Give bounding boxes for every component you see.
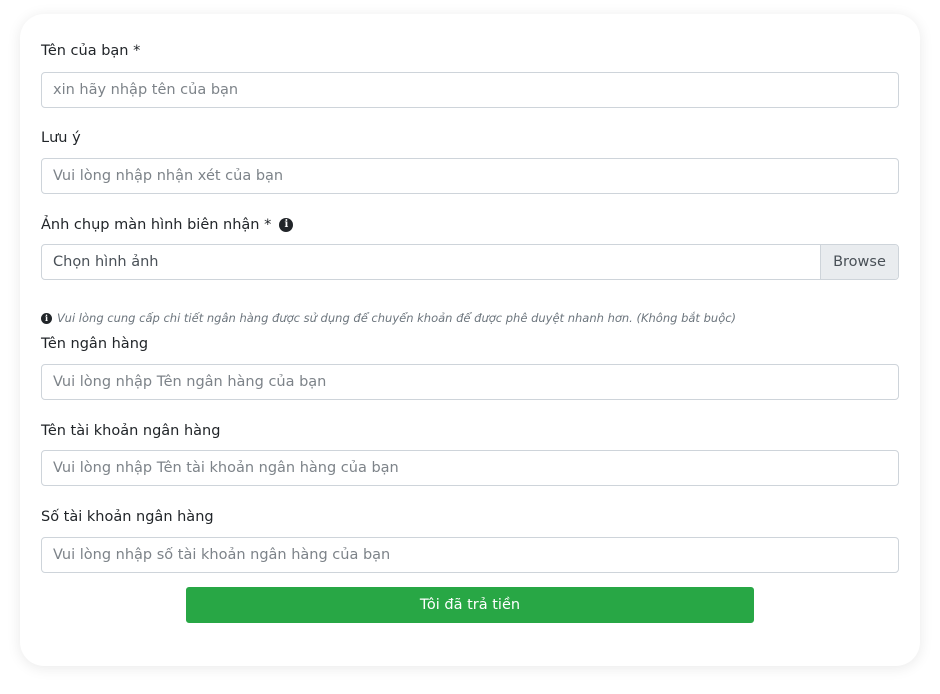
paid-submit-button[interactable]: Tôi đã trả tiền — [186, 587, 754, 623]
browse-button[interactable]: Browse — [820, 245, 898, 279]
name-label: Tên của bạn * — [41, 41, 140, 61]
receipt-label: Ảnh chụp màn hình biên nhận * i — [41, 215, 294, 235]
account-name-field-wrapper — [41, 450, 899, 486]
file-chooser-text[interactable]: Chọn hình ảnh — [42, 245, 820, 279]
account-number-input[interactable] — [42, 538, 898, 572]
info-circle-icon[interactable]: i — [279, 218, 294, 232]
name-input[interactable] — [42, 73, 898, 107]
account-number-label: Số tài khoản ngân hàng — [41, 507, 214, 527]
note-label: Lưu ý — [41, 128, 81, 148]
account-name-input[interactable] — [42, 451, 898, 485]
bank-name-field-wrapper — [41, 364, 899, 400]
bank-name-label-text: Tên ngân hàng — [41, 336, 149, 352]
account-number-label-text: Số tài khoản ngân hàng — [41, 509, 214, 525]
account-name-label-text: Tên tài khoản ngân hàng — [41, 423, 221, 439]
name-label-text: Tên của bạn * — [41, 43, 141, 59]
account-name-label: Tên tài khoản ngân hàng — [41, 421, 220, 441]
bank-name-label: Tên ngân hàng — [41, 334, 148, 354]
info-circle-small-icon: i — [41, 312, 52, 324]
bank-name-input[interactable] — [42, 365, 898, 399]
note-input[interactable] — [42, 159, 898, 193]
receipt-file-input[interactable]: Chọn hình ảnh Browse — [41, 244, 899, 280]
account-number-field-wrapper — [41, 537, 899, 573]
name-field-wrapper — [41, 72, 899, 108]
bank-info-note-text: Vui lòng cung cấp chi tiết ngân hàng đượ… — [57, 311, 737, 325]
bank-info-note: i Vui lòng cung cấp chi tiết ngân hàng đ… — [41, 310, 736, 326]
note-label-text: Lưu ý — [41, 130, 81, 146]
receipt-label-text: Ảnh chụp màn hình biên nhận * — [41, 217, 272, 233]
note-field-wrapper — [41, 158, 899, 194]
